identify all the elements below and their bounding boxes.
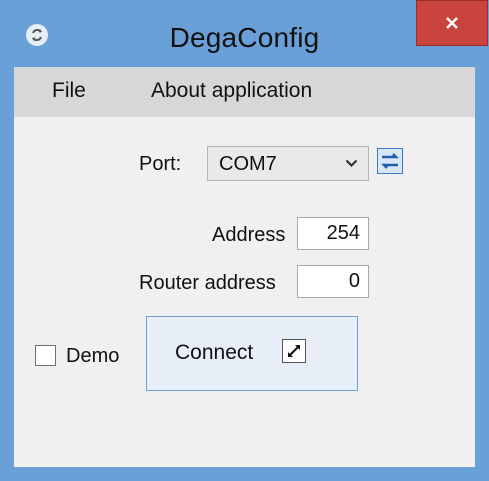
- client-area: File About application Port: COM7 Addres…: [14, 67, 475, 467]
- router-address-label: Router address: [139, 272, 276, 294]
- chevron-down-icon: [345, 159, 358, 168]
- refresh-ports-button[interactable]: [377, 148, 403, 174]
- demo-checkbox[interactable]: [35, 345, 56, 366]
- close-button[interactable]: [416, 0, 488, 46]
- connect-button[interactable]: Connect: [146, 316, 358, 391]
- refresh-ports-icon: [377, 148, 403, 174]
- port-value: COM7: [219, 153, 277, 175]
- app-window: DegaConfig File About application Port: …: [0, 0, 489, 481]
- port-dropdown[interactable]: COM7: [207, 146, 369, 181]
- close-icon: [446, 17, 458, 29]
- address-label: Address: [212, 224, 286, 246]
- router-address-input[interactable]: 0: [297, 265, 369, 298]
- menu-about-application[interactable]: About application: [151, 79, 312, 103]
- connect-label: Connect: [175, 341, 254, 364]
- address-input[interactable]: 254: [297, 217, 369, 250]
- menu-file[interactable]: File: [52, 79, 86, 103]
- title-bar[interactable]: DegaConfig: [0, 0, 489, 67]
- demo-label: Demo: [66, 345, 120, 367]
- port-label: Port:: [139, 153, 182, 175]
- expand-arrows-icon: [282, 339, 306, 363]
- menu-bar: File About application: [14, 67, 475, 117]
